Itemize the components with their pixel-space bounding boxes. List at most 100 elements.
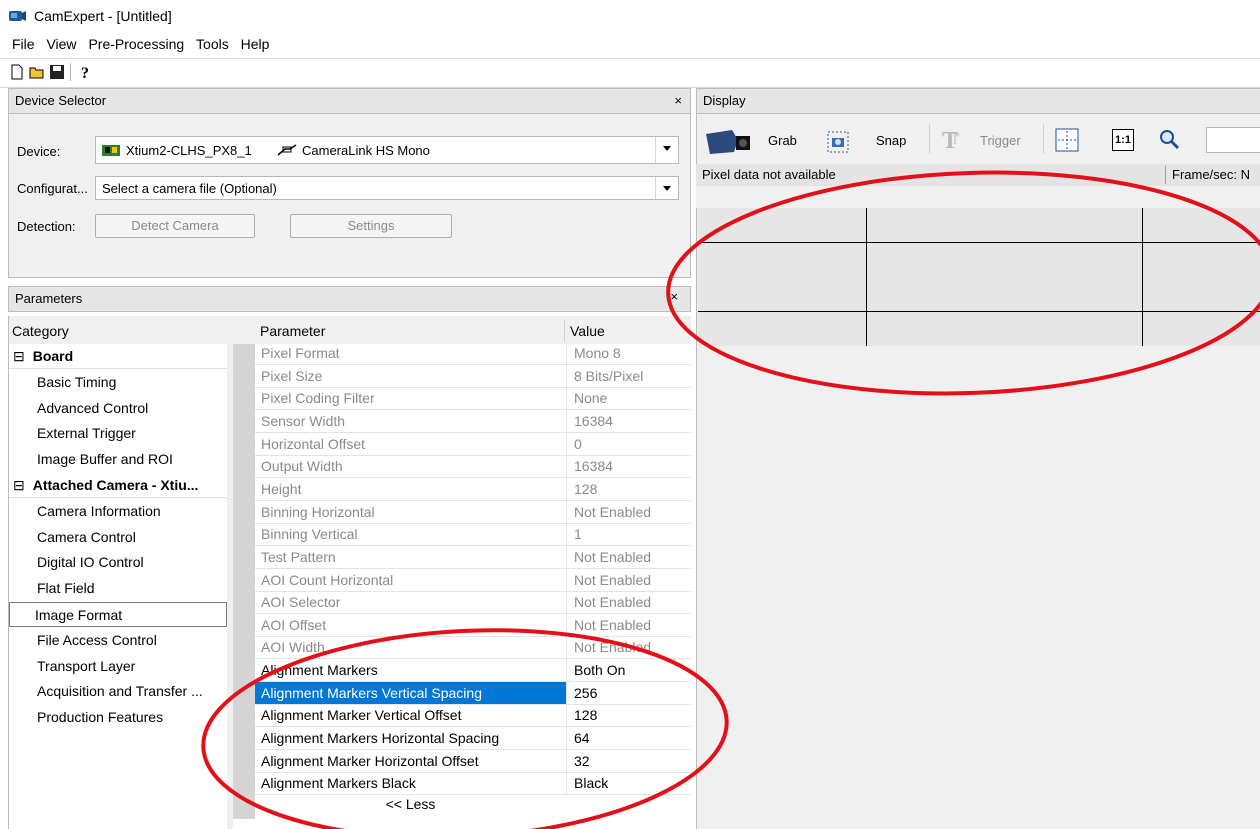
parameter-name: Alignment Markers Black	[261, 775, 416, 792]
parameter-row[interactable]: Pixel Coding Filter None	[255, 387, 691, 411]
parameter-row[interactable]: Horizontal Offset 0	[255, 432, 691, 456]
parameter-row[interactable]: Alignment Markers Horizontal Spacing 64	[255, 727, 691, 751]
pixel-status: Pixel data not available	[702, 167, 836, 182]
parameter-row[interactable]: AOI Count Horizontal Not Enabled	[255, 568, 691, 592]
display-header: Display	[696, 88, 1260, 114]
device-combo[interactable]: Xtium2-CLHS_PX8_1 CameraLink HS Mono	[95, 136, 679, 164]
parameter-name: Sensor Width	[261, 412, 346, 429]
zoom-input[interactable]	[1206, 127, 1260, 153]
parameter-value[interactable]: Both On	[574, 659, 625, 681]
grab-button[interactable]: Grab	[768, 133, 797, 148]
cell-divider	[566, 364, 567, 387]
category-item[interactable]: ⊟ Board	[9, 344, 227, 369]
parameter-name: Output Width	[261, 458, 343, 475]
zoom-1-1-button[interactable]: 1:1	[1112, 129, 1134, 151]
main-toolbar: ?	[0, 58, 1260, 88]
category-item[interactable]: Transport Layer	[9, 654, 227, 679]
category-item[interactable]: Flat Field	[9, 576, 227, 601]
less-button[interactable]: << Less	[255, 796, 566, 812]
category-item[interactable]: Camera Control	[9, 525, 227, 550]
parameter-row[interactable]: Binning Horizontal Not Enabled	[255, 500, 691, 524]
parameter-row[interactable]: AOI Selector Not Enabled	[255, 591, 691, 615]
category-item[interactable]: Acquisition and Transfer ...	[9, 679, 227, 704]
toolbar-separator	[70, 63, 71, 81]
parameter-row[interactable]: Output Width 16384	[255, 455, 691, 479]
close-icon[interactable]: ×	[670, 285, 678, 309]
configuration-combo[interactable]: Select a camera file (Optional)	[95, 176, 679, 200]
parameter-value: Not Enabled	[574, 548, 652, 565]
menu-file[interactable]: File	[12, 36, 35, 52]
menu-view[interactable]: View	[46, 36, 76, 52]
parameter-value[interactable]: 64	[574, 727, 590, 749]
parameters-title: Parameters	[15, 291, 83, 306]
parameters-header: Parameters ×	[8, 286, 691, 312]
parameter-name: AOI Selector	[261, 594, 341, 611]
new-file-icon[interactable]	[8, 63, 26, 81]
parameter-row[interactable]: Test Pattern Not Enabled	[255, 545, 691, 569]
category-item[interactable]: Advanced Control	[9, 396, 227, 421]
snap-button[interactable]: Snap	[876, 133, 906, 148]
parameter-row[interactable]: Pixel Format Mono 8	[255, 342, 691, 365]
category-item[interactable]: External Trigger	[9, 421, 227, 446]
category-item[interactable]: Digital IO Control	[9, 550, 227, 575]
menu-tools[interactable]: Tools	[196, 36, 229, 52]
collapse-icon[interactable]: ⊟	[13, 473, 25, 498]
device-selector-body: Device: Xtium2-CLHS_PX8_1 CameraLink HS …	[8, 114, 691, 278]
trigger-button[interactable]: Trigger	[980, 133, 1021, 148]
parameter-row[interactable]: Sensor Width 16384	[255, 409, 691, 433]
settings-button[interactable]: Settings	[290, 214, 452, 238]
category-item[interactable]: Image Buffer and ROI	[9, 447, 227, 472]
parameter-row[interactable]: Height 128	[255, 477, 691, 501]
parameter-value[interactable]: 128	[574, 704, 597, 726]
parameter-row[interactable]: Alignment Markers Black Black	[255, 772, 691, 796]
frame-rate-status: Frame/sec: N	[1172, 167, 1251, 182]
category-column-header: Category	[12, 323, 69, 339]
camera-icon[interactable]	[704, 126, 754, 156]
device-name: Xtium2-CLHS_PX8_1	[126, 143, 252, 158]
help-icon[interactable]: ?	[76, 63, 94, 81]
category-item[interactable]: ⊟ Attached Camera - Xtiu...	[9, 473, 227, 498]
parameter-row[interactable]: Pixel Size 8 Bits/Pixel	[255, 364, 691, 388]
parameter-value: Not Enabled	[574, 594, 652, 611]
zoom-icon[interactable]	[1158, 128, 1180, 150]
parameter-row[interactable]: AOI Width Not Enabled	[255, 636, 691, 660]
display-title: Display	[703, 93, 746, 108]
parameter-row[interactable]: Alignment Markers Both On	[255, 659, 691, 683]
parameter-row[interactable]: Alignment Marker Horizontal Offset 32	[255, 749, 691, 773]
trigger-icon[interactable]: T T	[940, 126, 970, 152]
cell-divider	[566, 659, 567, 682]
title-bar: CamExpert - [Untitled]	[0, 0, 1260, 33]
category-item[interactable]: Camera Information	[9, 499, 227, 524]
category-label: File Access Control	[37, 631, 157, 648]
splitter[interactable]	[228, 344, 232, 829]
parameter-value[interactable]: 32	[574, 750, 590, 772]
chevron-down-icon[interactable]	[655, 177, 678, 199]
parameter-row[interactable]: Binning Vertical 1	[255, 523, 691, 547]
detect-camera-button[interactable]: Detect Camera	[95, 214, 255, 238]
parameter-row[interactable]: AOI Offset Not Enabled	[255, 613, 691, 637]
category-item[interactable]: Image Format	[9, 602, 227, 627]
parameter-value: 16384	[574, 458, 613, 475]
fit-to-window-icon[interactable]	[1055, 128, 1079, 152]
category-label: Transport Layer	[37, 657, 136, 674]
cell-divider	[566, 409, 567, 432]
open-folder-icon[interactable]	[28, 63, 46, 81]
category-item[interactable]: Production Features	[9, 705, 227, 730]
category-item[interactable]: Basic Timing	[9, 370, 227, 395]
image-view[interactable]	[698, 208, 1260, 346]
close-icon[interactable]: ×	[674, 89, 682, 113]
category-label: Basic Timing	[37, 373, 117, 390]
parameter-value[interactable]: 256	[574, 682, 597, 704]
snap-icon[interactable]	[826, 130, 850, 154]
cell-divider	[566, 500, 567, 523]
save-icon[interactable]	[48, 63, 66, 81]
parameter-row[interactable]: Alignment Marker Vertical Offset 128	[255, 704, 691, 728]
menu-pre-processing[interactable]: Pre-Processing	[88, 36, 184, 52]
category-item[interactable]: File Access Control	[9, 628, 227, 653]
parameter-row[interactable]: Alignment Markers Vertical Spacing 256	[255, 681, 691, 705]
chevron-down-icon[interactable]	[655, 137, 678, 163]
parameter-value: Not Enabled	[574, 571, 652, 588]
collapse-icon[interactable]: ⊟	[13, 344, 25, 369]
parameter-value[interactable]: Black	[574, 772, 608, 794]
menu-help[interactable]: Help	[241, 36, 270, 52]
